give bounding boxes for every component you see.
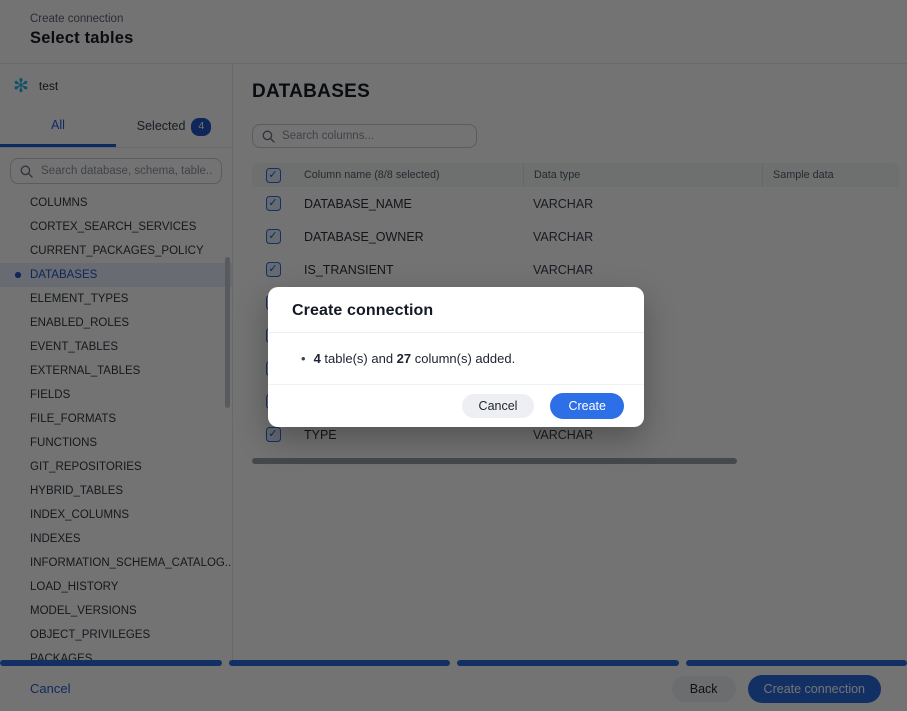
modal-body: • 4 table(s) and 27 column(s) added.: [268, 333, 644, 385]
bullet-icon: •: [301, 351, 306, 366]
modal-message: 4 table(s) and 27 column(s) added.: [314, 351, 516, 366]
modal-title: Create connection: [292, 302, 620, 320]
modal-create-button[interactable]: Create: [550, 393, 624, 419]
modal-header: Create connection: [268, 287, 644, 333]
create-connection-modal: Create connection • 4 table(s) and 27 co…: [268, 287, 644, 427]
modal-footer: Cancel Create: [268, 385, 644, 427]
modal-cancel-button[interactable]: Cancel: [462, 394, 535, 418]
